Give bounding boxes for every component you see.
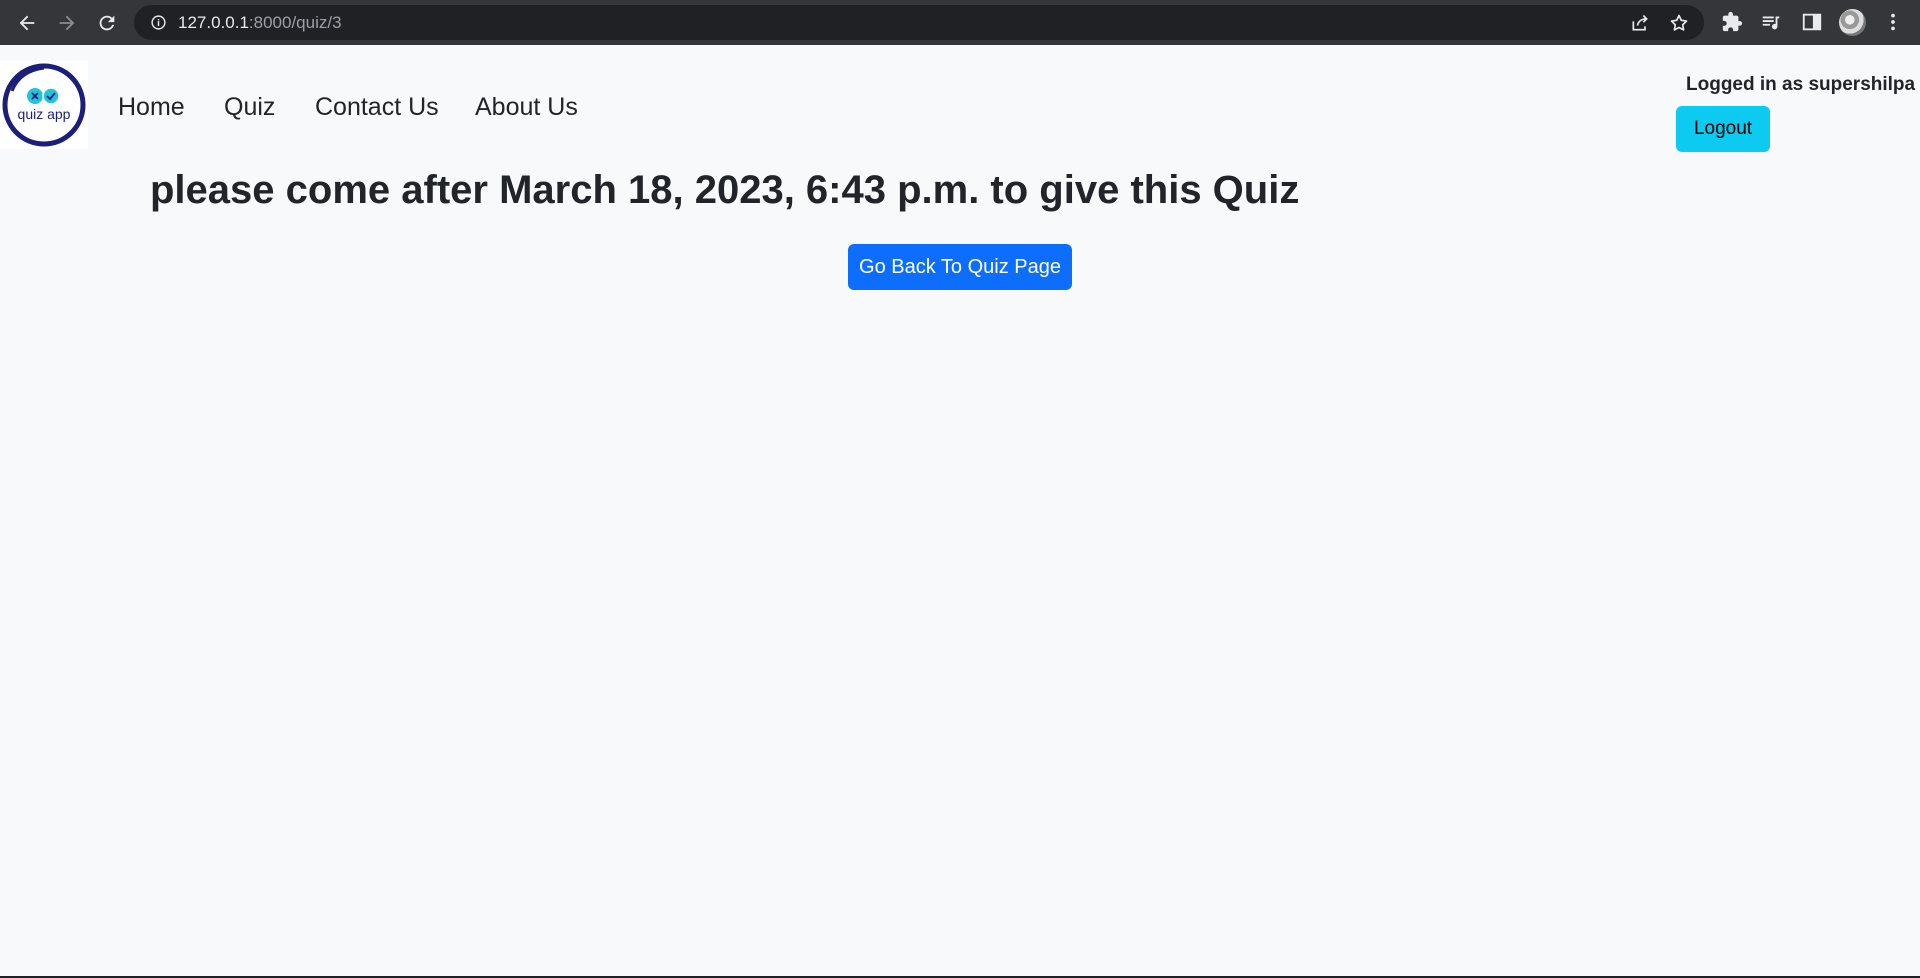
nav-home[interactable]: Home bbox=[118, 93, 185, 121]
forward-arrow-icon[interactable] bbox=[53, 9, 81, 37]
site-info-icon[interactable] bbox=[150, 14, 167, 31]
page: quiz app Home Quiz Contact Us About Us L… bbox=[0, 45, 1920, 978]
url-path: :8000/quiz/3 bbox=[248, 13, 342, 32]
reload-icon[interactable] bbox=[93, 9, 121, 37]
browser-toolbar: 127.0.0.1:8000/quiz/3 bbox=[0, 0, 1920, 45]
logout-button[interactable]: Logout bbox=[1676, 106, 1770, 152]
more-menu-icon[interactable] bbox=[1882, 11, 1904, 33]
bookmark-star-icon[interactable] bbox=[1669, 13, 1689, 33]
go-back-to-quiz-button[interactable]: Go Back To Quiz Page bbox=[848, 244, 1072, 290]
quiz-unavailable-message: please come after March 18, 2023, 6:43 p… bbox=[150, 168, 1300, 212]
logo-text: quiz app bbox=[18, 106, 71, 122]
extensions-puzzle-icon[interactable] bbox=[1721, 11, 1743, 33]
login-status: Logged in as supershilpa bbox=[1686, 74, 1916, 95]
side-panel-icon[interactable] bbox=[1801, 11, 1823, 33]
url-host: 127.0.0.1 bbox=[178, 13, 249, 32]
url-text[interactable]: 127.0.0.1:8000/quiz/3 bbox=[178, 14, 342, 31]
nav-about-us[interactable]: About Us bbox=[475, 93, 578, 121]
quiz-app-logo[interactable]: quiz app bbox=[0, 61, 88, 149]
share-icon[interactable] bbox=[1630, 13, 1650, 33]
profile-avatar[interactable] bbox=[1839, 9, 1866, 36]
back-arrow-icon[interactable] bbox=[13, 9, 41, 37]
nav-contact-us[interactable]: Contact Us bbox=[315, 93, 439, 121]
nav-quiz[interactable]: Quiz bbox=[224, 93, 275, 121]
media-queue-icon[interactable] bbox=[1760, 11, 1782, 33]
address-bar[interactable]: 127.0.0.1:8000/quiz/3 bbox=[134, 5, 1704, 40]
